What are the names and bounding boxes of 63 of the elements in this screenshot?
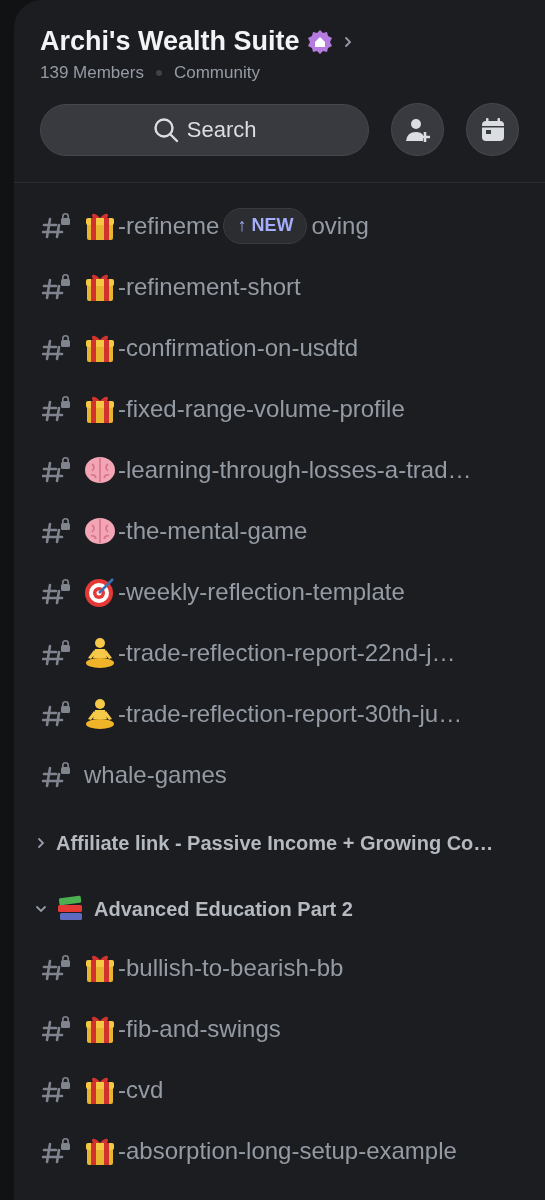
channel-item[interactable]: -learning-through-losses-a-trad… xyxy=(14,439,545,500)
channel-name: -refineme xyxy=(118,211,220,240)
channel-item[interactable]: -refinement-short xyxy=(14,256,545,317)
category-name: Advanced Education Part 2 xyxy=(94,897,353,921)
search-icon xyxy=(152,116,179,143)
channel-item[interactable]: -fib-and-swings xyxy=(14,998,545,1059)
category-header[interactable]: Affiliate link - Passive Income + Growing Co… xyxy=(14,815,545,871)
calendar-icon xyxy=(479,116,506,143)
category-name: Affiliate link - Passive Income + Growing Co… xyxy=(56,831,494,855)
separator-dot xyxy=(155,70,162,76)
hash-lock-icon xyxy=(42,212,72,239)
member-count: 139 Members xyxy=(40,63,144,83)
channel-name: -learning-through-losses-a-trad… xyxy=(118,455,472,484)
channel-item[interactable]: whale-games xyxy=(14,744,545,805)
channel-item[interactable]: -confirmation-on-usdtd xyxy=(14,317,545,378)
channel-name: -confirmation-on-usdtd xyxy=(118,333,359,362)
channel-name: oving xyxy=(311,211,369,240)
hash-lock-icon xyxy=(42,1137,72,1164)
search-button[interactable]: Search xyxy=(40,103,370,156)
house-badge-icon xyxy=(307,28,334,55)
channel-name: whale-games xyxy=(84,760,227,789)
hash-lock-icon xyxy=(42,954,72,981)
channel-item[interactable]: -refineme ↑ NEW oving xyxy=(14,195,545,256)
channel-item[interactable]: -trade-reflection-report-22nd-j… xyxy=(14,622,545,683)
channel-name: -trade-reflection-report-30th-ju… xyxy=(118,699,463,728)
channel-name: -fib-and-swings xyxy=(118,1014,281,1043)
invite-button[interactable] xyxy=(391,103,445,156)
meditating-figure-icon xyxy=(84,697,116,730)
channel-item[interactable]: -cvd xyxy=(14,1059,545,1120)
hash-lock-icon xyxy=(42,578,72,605)
brain-icon xyxy=(84,454,116,485)
channel-item[interactable]: -absorption-long-setup-example xyxy=(14,1120,545,1181)
channel-name: -trade-reflection-report-22nd-j… xyxy=(118,638,456,667)
channel-name: -bullish-to-bearish-bb xyxy=(118,953,344,982)
channel-name: -weekly-reflection-template xyxy=(118,577,405,606)
hash-lock-icon xyxy=(42,639,72,666)
hash-lock-icon xyxy=(42,456,72,483)
channel-item[interactable]: -fixed-range-volume-profile xyxy=(14,378,545,439)
events-button[interactable] xyxy=(466,103,519,156)
brain-icon xyxy=(84,515,116,546)
hash-lock-icon xyxy=(42,1076,72,1103)
channel-name: -fixed-range-volume-profile xyxy=(118,394,405,423)
channel-name: -absorption-long-setup-example xyxy=(118,1136,457,1165)
channel-name: -cvd xyxy=(118,1075,164,1104)
channel-name: -refinement-short xyxy=(118,272,301,301)
channel-item[interactable]: -trade-reflection-report-30th-ju… xyxy=(14,683,545,744)
hash-lock-icon xyxy=(42,517,72,544)
server-type: Community xyxy=(173,63,260,83)
category-header[interactable]: Advanced Education Part 2 xyxy=(14,881,545,937)
channel-item[interactable]: -bullish-to-bearish-bb xyxy=(14,937,545,998)
meditating-figure-icon xyxy=(84,636,116,669)
server-name[interactable]: Archi's Wealth Suite xyxy=(40,26,300,57)
channel-item[interactable]: -the-mental-game xyxy=(14,500,545,561)
hash-lock-icon xyxy=(42,700,72,727)
target-icon xyxy=(84,575,116,608)
hash-lock-icon xyxy=(42,761,72,788)
channel-item[interactable]: -weekly-reflection-template xyxy=(14,561,545,622)
new-badge[interactable]: ↑ NEW xyxy=(223,207,308,244)
hash-lock-icon xyxy=(42,395,72,422)
hash-lock-icon xyxy=(42,334,72,361)
channel-name: -the-mental-game xyxy=(118,516,308,545)
hash-lock-icon xyxy=(42,273,72,300)
hash-lock-icon xyxy=(42,1015,72,1042)
